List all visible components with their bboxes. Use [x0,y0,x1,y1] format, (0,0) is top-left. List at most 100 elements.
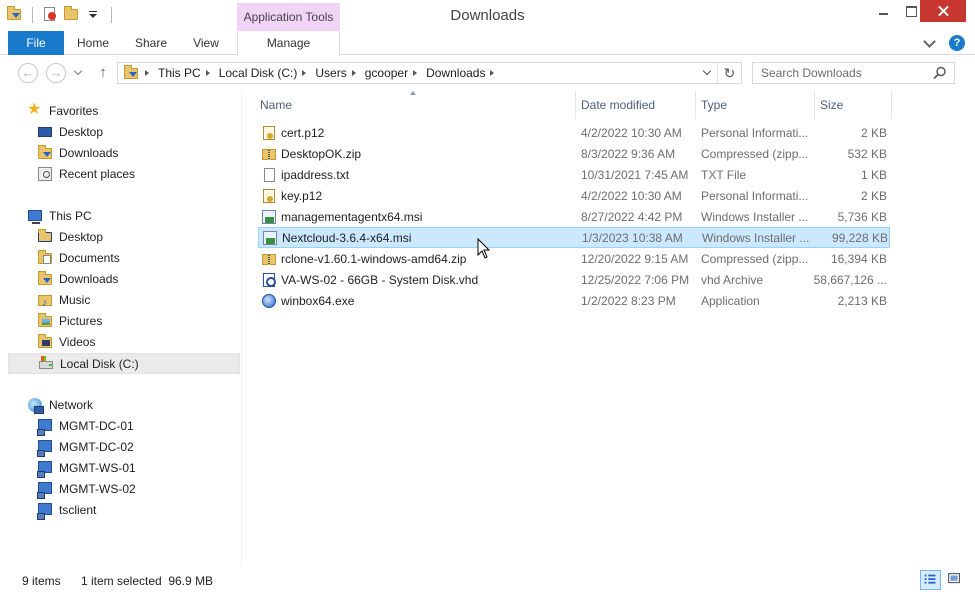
file-size: 99,228 KB [831,231,888,245]
pictures-folder-icon [37,313,53,329]
breadcrumb-this-pc[interactable]: This PC [158,66,201,80]
file-date-modified: 4/2/2022 10:30 AM [581,126,682,140]
close-button[interactable] [920,0,966,22]
column-header-size[interactable]: Size [820,96,890,114]
breadcrumb-downloads[interactable]: Downloads [426,66,485,80]
help-icon[interactable]: ? [949,35,965,51]
nav-pc-videos[interactable]: Videos [37,332,95,352]
file-row[interactable]: cert.p12 4/2/2022 10:30 AM Personal Inform… [258,123,890,144]
file-row[interactable]: managementagentx64.msi 8/27/2022 4:42 PM W… [258,207,890,228]
new-folder-icon[interactable] [63,6,81,24]
file-type: Windows Installer ... [702,231,810,245]
refresh-button[interactable]: ↻ [717,63,741,83]
nav-pc-downloads[interactable]: Downloads [37,269,118,289]
breadcrumb-separator-icon[interactable] [145,69,153,77]
status-item-count: 9 items [22,574,61,588]
nav-network-computer[interactable]: MGMT-DC-01 [37,416,134,436]
file-size: 16,394 KB [830,252,887,266]
nav-network-computer[interactable]: tsclient [37,500,96,520]
tab-view[interactable]: View [180,31,232,55]
folder-down-icon[interactable] [6,6,24,24]
tab-home[interactable]: Home [64,31,122,55]
tab-share[interactable]: Share [122,31,180,55]
breadcrumb-gcooper[interactable]: gcooper [365,66,408,80]
breadcrumb-users[interactable]: Users [315,66,346,80]
file-row[interactable]: DesktopOK.zip 8/3/2022 9:36 AM Compressed … [258,144,890,165]
file-date-modified: 1/3/2023 10:38 AM [582,231,683,245]
nav-favorites-recent-places[interactable]: Recent places [37,164,135,184]
column-divider[interactable] [695,91,696,119]
nav-favorites-downloads[interactable]: Downloads [37,143,118,163]
file-row[interactable]: ipaddress.txt 10/31/2021 7:45 AM TXT File 1… [258,165,890,186]
file-row[interactable]: rclone-v1.60.1-windows-amd64.zip 12/20/20… [258,249,890,270]
file-date-modified: 8/27/2022 4:42 PM [581,210,683,224]
file-type: Personal Informati... [701,126,809,140]
column-divider[interactable] [891,91,892,119]
expand-ribbon-icon[interactable] [921,35,937,51]
nav-this-pc[interactable]: This PC [27,206,92,226]
recent-locations-chevron-icon[interactable] [73,68,83,78]
file-date-modified: 1/2/2022 8:23 PM [581,294,676,308]
address-bar[interactable]: This PC Local Disk (C:) Users gcooper Do… [117,62,742,84]
customize-toolbar-icon[interactable] [85,6,103,24]
properties-icon[interactable] [41,6,59,24]
column-divider[interactable] [814,91,815,119]
tab-manage[interactable]: Manage [237,31,340,56]
up-button[interactable]: ↑ [94,64,112,82]
column-header-type[interactable]: Type [701,96,820,114]
nav-pc-desktop[interactable]: Desktop [37,227,103,247]
column-divider[interactable] [575,91,576,119]
nav-pc-music[interactable]: Music [37,290,90,313]
search-input[interactable] [753,63,923,83]
file-row[interactable]: winbox64.exe 1/2/2022 8:23 PM Application 2… [258,291,890,312]
nav-pc-local-disk[interactable]: Local Disk (C:) [8,353,240,374]
column-header-name[interactable]: Name [260,96,575,114]
file-size: 1 KB [860,168,887,182]
navigation-pane: ★ Favorites Desktop Downloads Recent pla… [0,91,242,566]
nav-pc-documents[interactable]: Documents [37,248,120,268]
title-bar: Application Tools Downloads [0,0,975,31]
large-icons-view-button[interactable] [945,570,966,590]
details-view-button[interactable] [920,570,941,590]
breadcrumb-separator-icon[interactable] [490,69,498,77]
forward-button[interactable]: → [46,63,66,83]
text-file-icon [261,167,277,183]
breadcrumb-separator-icon[interactable] [302,69,310,77]
window-title: Downloads [450,7,525,24]
network-icon [27,397,44,414]
search-box[interactable] [752,62,955,84]
recent-places-icon [37,166,53,182]
search-icon[interactable] [933,66,947,80]
nav-favorites-desktop[interactable]: Desktop [37,122,103,142]
file-name: Nextcloud-3.6.4-x64.msi [282,231,412,245]
breadcrumb-local-disk[interactable]: Local Disk (C:) [219,66,298,80]
videos-folder-icon [37,334,53,350]
nav-item-label: Local Disk (C:) [60,356,139,371]
breadcrumb-separator-icon[interactable] [351,69,360,77]
file-row[interactable]: VA-WS-02 - 66GB - System Disk.vhd 12/25/2… [258,270,890,291]
column-header-date-modified[interactable]: Date modified [581,96,701,114]
back-button[interactable]: ← [18,63,38,83]
nav-favorites-label: Favorites [49,104,99,118]
nav-network-computer[interactable]: MGMT-DC-02 [37,437,134,457]
certificate-icon [261,188,277,204]
status-bar: 9 items 1 item selected 96.9 MB [0,566,975,600]
nav-item-label: MGMT-WS-01 [59,461,136,475]
file-type: vhd Archive [701,273,764,287]
address-history-dropdown-icon[interactable] [703,68,713,78]
breadcrumb-separator-icon[interactable] [205,69,214,77]
nav-item-label: Desktop [59,230,104,244]
application-tools-header: Application Tools [237,3,340,31]
file-row[interactable]: Nextcloud-3.6.4-x64.msi 1/3/2023 10:38 AM… [258,227,890,248]
mouse-pointer-icon [477,238,491,259]
nav-favorites[interactable]: ★ Favorites [27,101,98,121]
tab-file[interactable]: File [8,31,64,55]
file-size: 58,667,126 ... [813,273,887,287]
minimize-button[interactable] [870,0,896,22]
nav-network[interactable]: Network [27,395,93,415]
nav-network-computer[interactable]: MGMT-WS-02 [37,479,136,499]
breadcrumb-separator-icon[interactable] [413,69,421,77]
file-row[interactable]: key.p12 4/2/2022 10:30 AM Personal Informa… [258,186,890,207]
nav-pc-pictures[interactable]: Pictures [37,311,102,331]
nav-network-computer[interactable]: MGMT-WS-01 [37,458,136,478]
